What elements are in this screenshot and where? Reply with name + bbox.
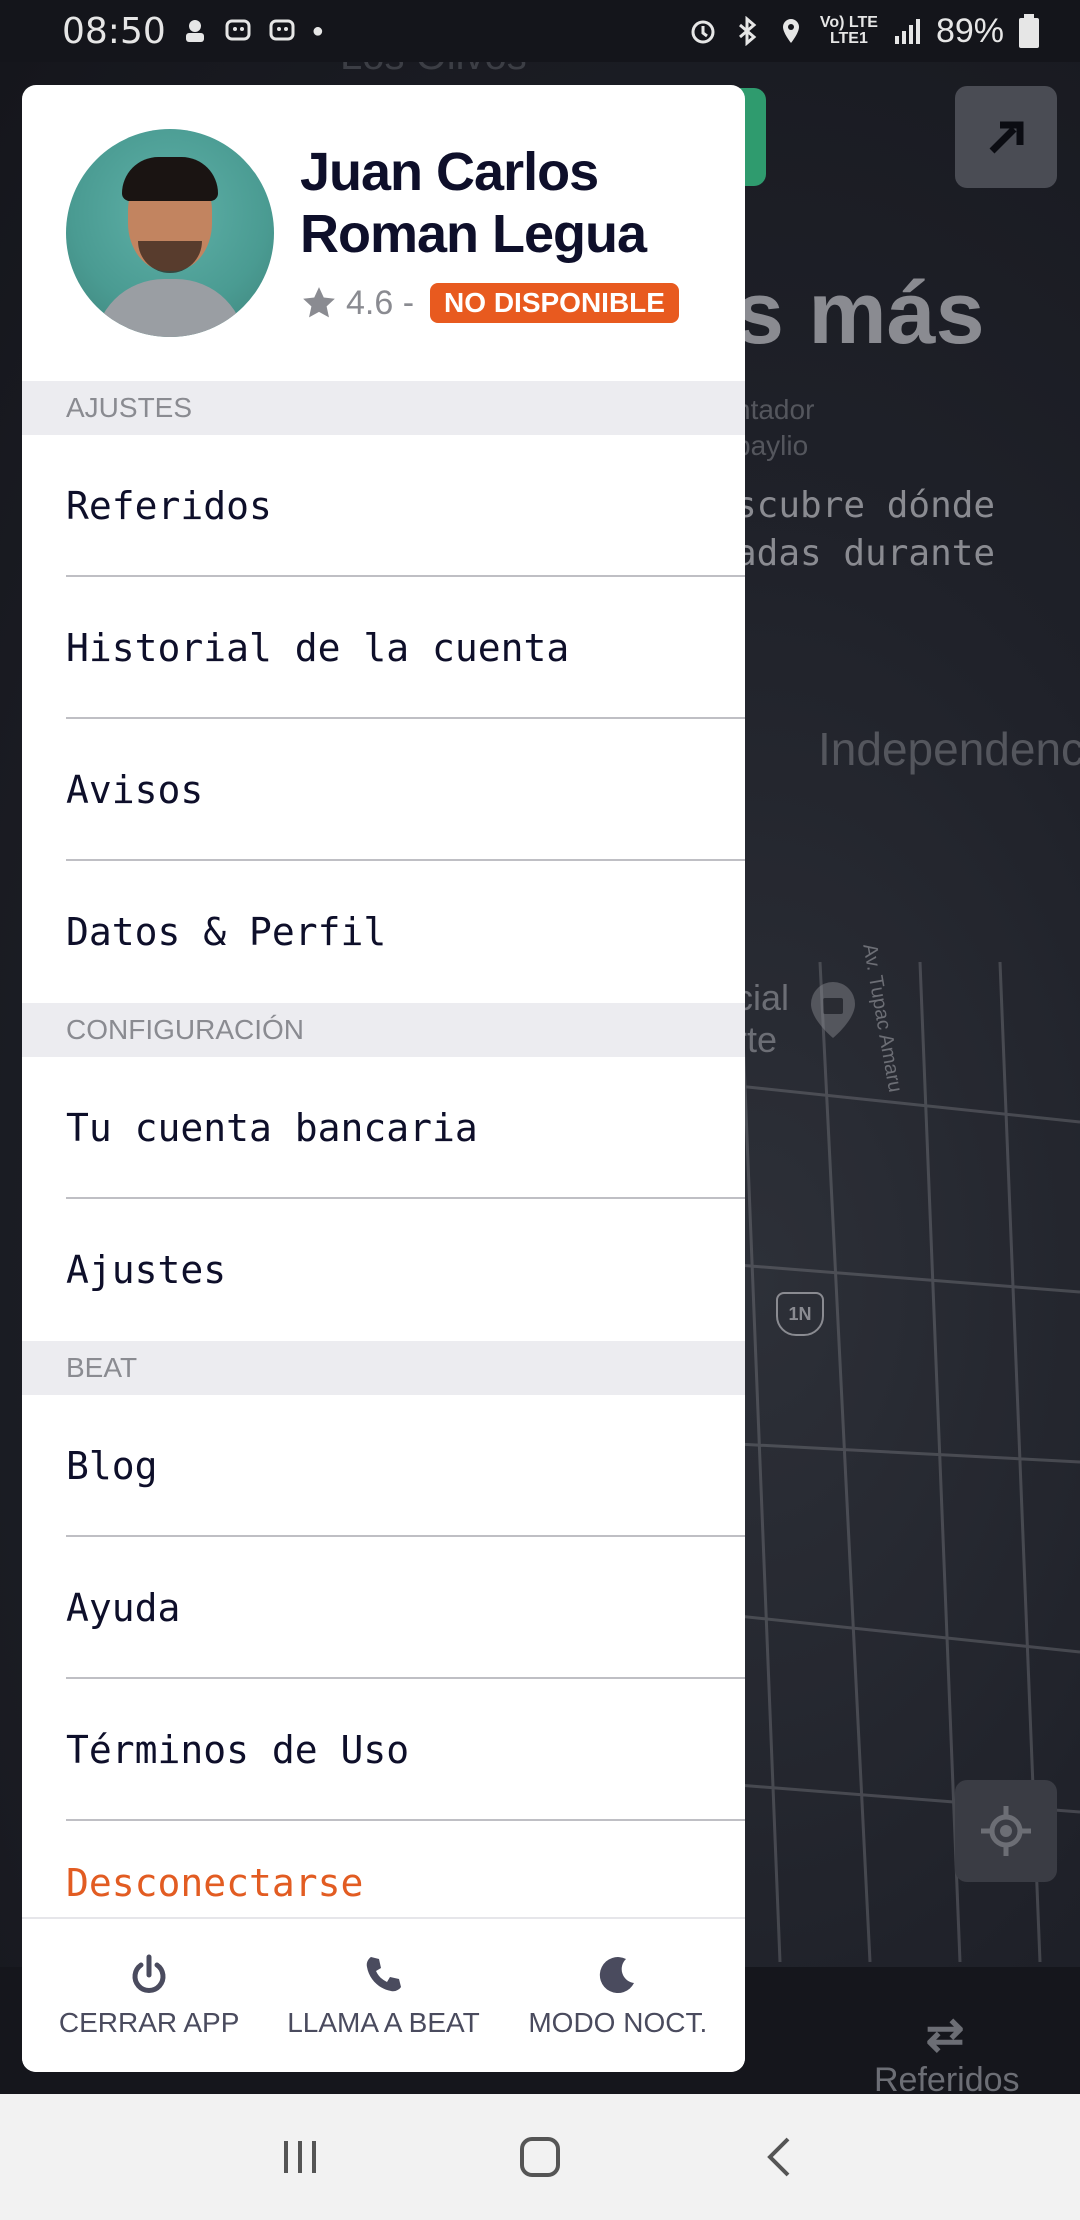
menu-item-referidos[interactable]: Referidos [22,435,745,577]
call-beat-button[interactable]: LLAMA A BEAT [273,1953,493,2039]
driver-name: Juan Carlos Roman Legua [300,141,647,265]
close-app-label: CERRAR APP [58,2006,240,2038]
navigation-drawer: Juan Carlos Roman Legua 4.6 - NO DISPONI… [22,85,745,2072]
battery-percentage: 89% [935,11,1004,50]
menu-item-avisos[interactable]: Avisos [22,719,745,861]
driver-name-line1: Juan Carlos [300,142,599,202]
power-icon [132,1954,166,1993]
star-icon [303,287,335,318]
phone-icon [367,1956,402,1991]
rating-row: 4.6 - NO DISPONIBLE [300,283,679,323]
back-button[interactable] [740,2127,820,2187]
map-place-independencia: Independenc [818,723,1080,775]
alarm-icon [691,20,715,44]
menu-item-historial[interactable]: Historial de la cuenta [22,577,745,719]
background-small-text: ntador baylio [735,394,815,461]
tab-referidos[interactable]: ⇄ Referidos [874,2007,1020,2094]
night-mode-button[interactable]: MODO NOCT. [508,1953,728,2039]
notification-icon [185,20,204,42]
arrow-icon [989,121,1024,154]
locate-me-button[interactable] [955,1780,1057,1882]
home-button[interactable] [500,2127,580,2187]
background-subtext: scubre dónde adas durante [735,485,996,574]
battery-icon [1019,14,1039,48]
system-navigation-bar [0,2094,1080,2220]
menu-item-datos-perfil[interactable]: Datos & Perfil [22,861,745,1003]
call-beat-label: LLAMA A BEAT [287,2006,480,2038]
network-type-label: Vo) LTE LTE1 [819,14,878,47]
logout-button[interactable]: Desconectarse [22,1821,745,1921]
more-notifications-dot-icon: ● [311,19,324,42]
tab-referidos-label: Referidos [874,2061,1020,2094]
section-header-configuracion: CONFIGURACIÓN [22,1003,745,1057]
drawer-actions: CERRAR APP LLAMA A BEAT MODO NOCT. [22,1917,745,2072]
signal-icon [894,19,920,44]
map-place-top: Los Olivos [340,62,527,79]
status-bar: 08:50 ● Vo) LTE LTE1 89% [0,0,1080,62]
expand-arrow-button[interactable] [955,86,1057,188]
menu-item-terminos[interactable]: Términos de Uso [22,1679,745,1821]
menu-item-blog[interactable]: Blog [22,1395,745,1537]
profile-header[interactable]: Juan Carlos Roman Legua 4.6 - NO DISPONI… [22,85,745,381]
refresh-icon: ⇄ [925,2008,965,2060]
status-badge: NO DISPONIBLE [430,283,679,323]
app-notification-icon [269,19,295,41]
recent-apps-button[interactable] [260,2127,340,2187]
close-app-button[interactable]: CERRAR APP [39,1953,259,2039]
section-header-beat: BEAT [22,1341,745,1395]
section-header-ajustes: AJUSTES [22,381,745,435]
avatar[interactable] [66,129,274,337]
home-icon [520,2137,560,2177]
menu-item-ayuda[interactable]: Ayuda [22,1537,745,1679]
driver-name-line2: Roman Legua [300,204,647,264]
background-headline: s más [735,263,985,362]
menu-item-cuenta-bancaria[interactable]: Tu cuenta bancaria [22,1057,745,1199]
rating-value: 4.6 - [346,283,415,322]
app-notification-icon [225,19,251,41]
location-icon [782,19,799,43]
back-icon [767,2137,790,2177]
bluetooth-icon [738,16,757,46]
moon-icon [599,1956,634,1993]
menu-item-ajustes[interactable]: Ajustes [22,1199,745,1341]
recents-icon [284,2141,316,2173]
night-mode-label: MODO NOCT. [528,2006,708,2038]
crosshair-icon [981,1806,1031,1856]
status-time: 08:50 [62,10,166,52]
